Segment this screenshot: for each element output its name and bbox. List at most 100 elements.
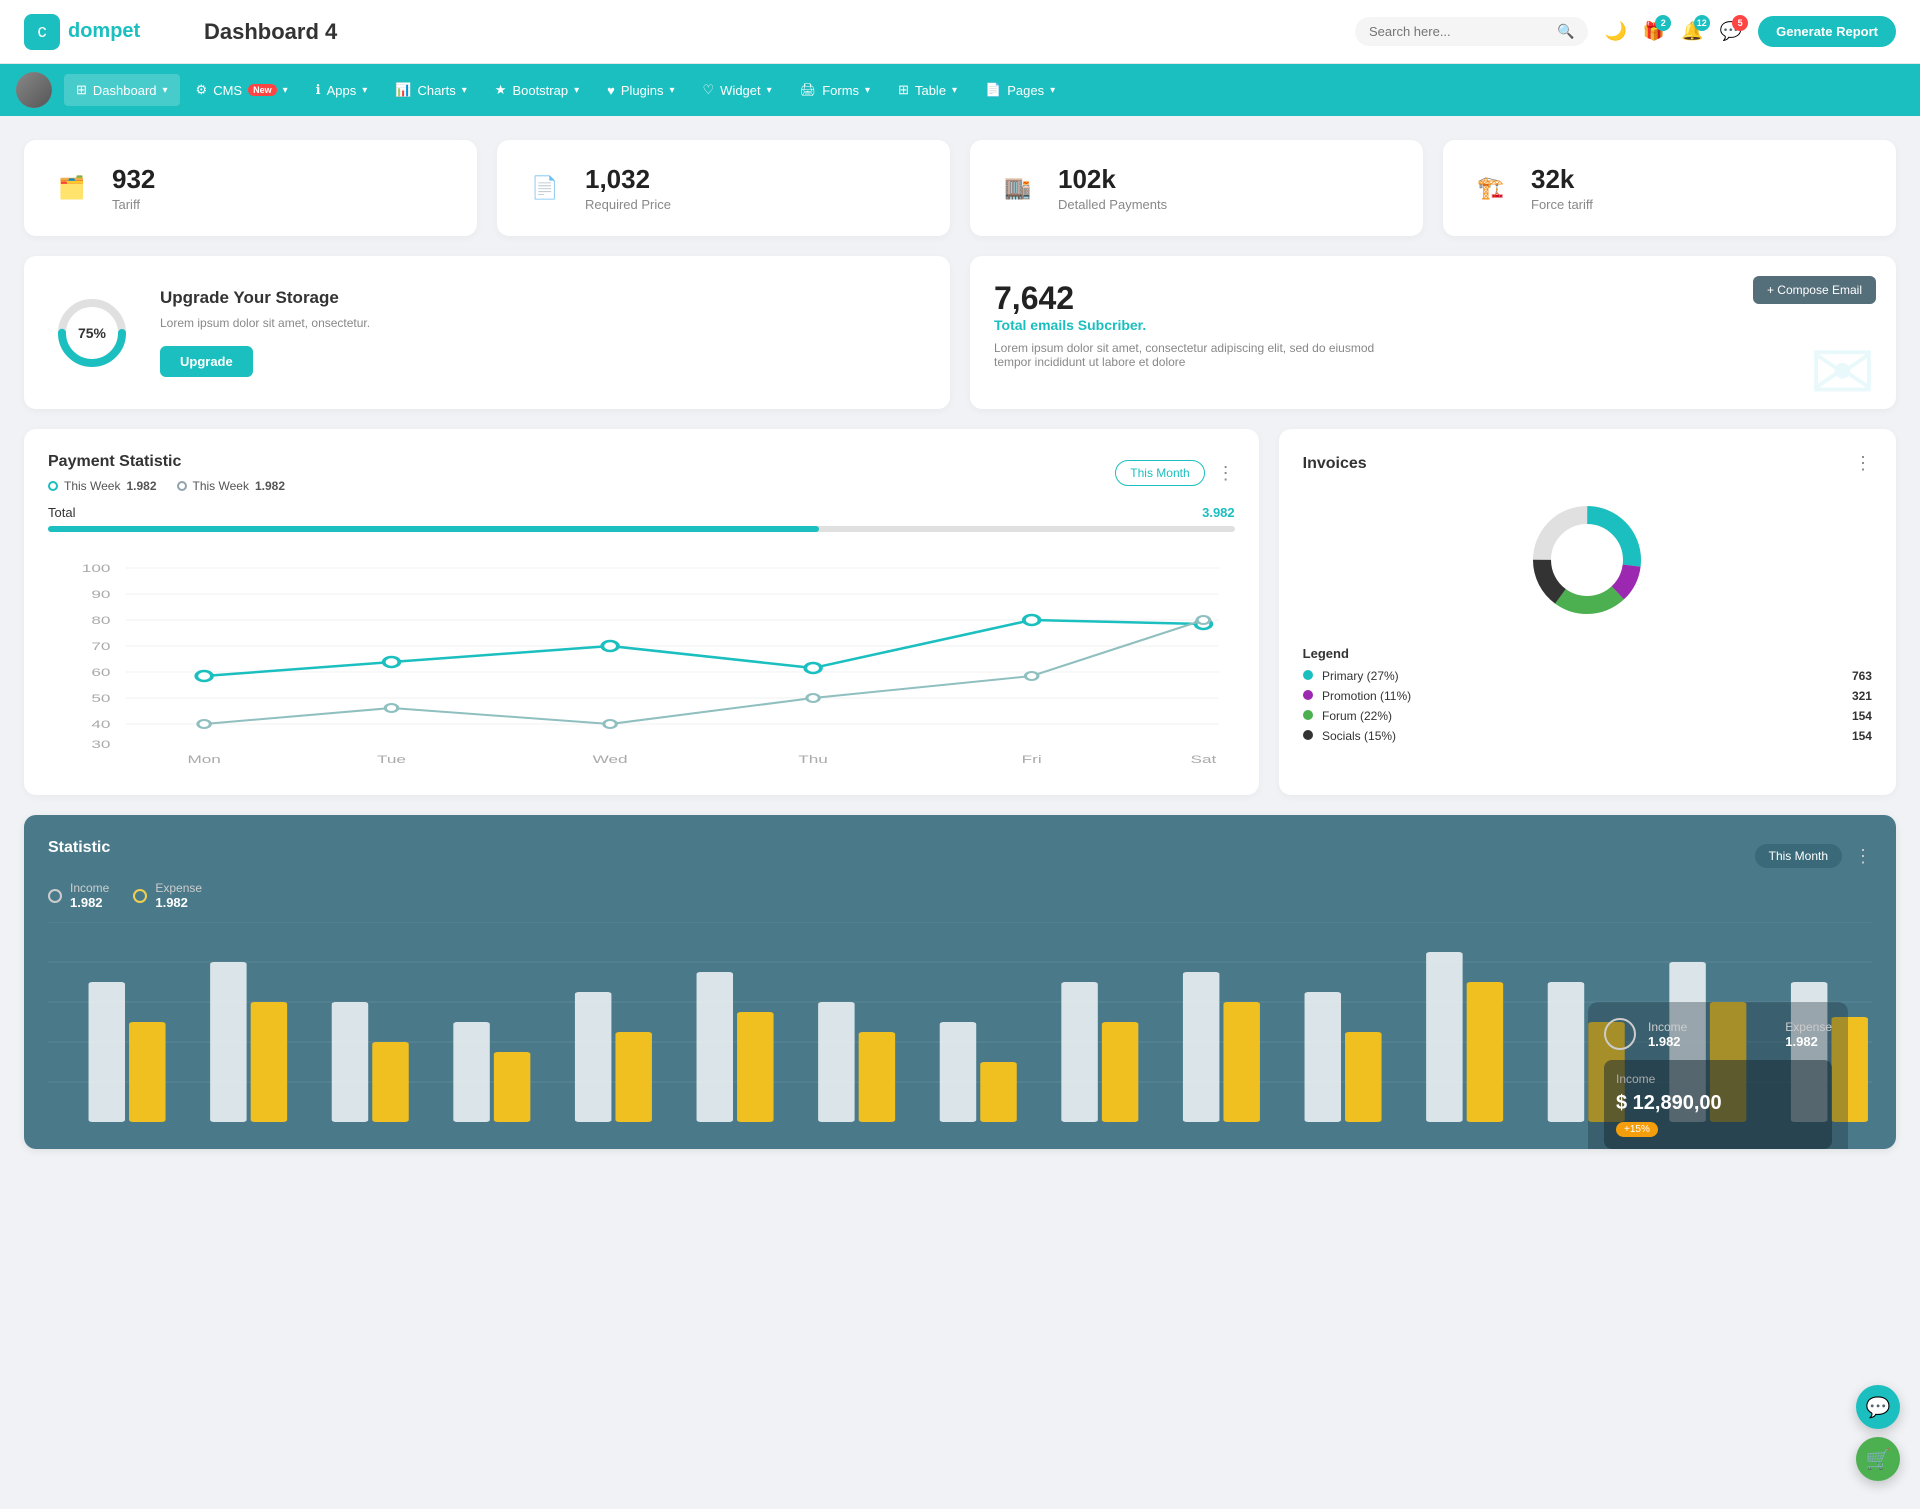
- income-panel-value: 1.982: [1648, 1034, 1687, 1049]
- tariff-label: Tariff: [112, 197, 155, 212]
- nav-label-pages: Pages: [1007, 83, 1044, 98]
- chat-fab-button[interactable]: 💬: [1856, 1385, 1900, 1429]
- chat-badge: 5: [1732, 15, 1748, 31]
- svg-text:Sat: Sat: [1191, 754, 1217, 766]
- payments-label: Detalled Payments: [1058, 197, 1167, 212]
- payment-chart-header: Payment Statistic This Week 1.982 This W…: [48, 453, 1235, 493]
- nav-item-plugins[interactable]: ♥ Plugins ▾: [595, 75, 686, 106]
- income-detail-label: Income: [1616, 1072, 1820, 1086]
- expense-value: 1.982: [155, 895, 202, 910]
- dashboard-arrow: ▾: [163, 85, 168, 96]
- table-icon: ⊞: [898, 82, 909, 98]
- svg-text:100: 100: [82, 563, 111, 575]
- nav-label-charts: Charts: [417, 83, 455, 98]
- statistic-month-filter[interactable]: This Month: [1755, 844, 1842, 868]
- force-tariff-value: 32k: [1531, 164, 1593, 195]
- payments-value: 102k: [1058, 164, 1167, 195]
- income-label: Income: [70, 881, 109, 895]
- pages-icon: 📄: [985, 82, 1001, 98]
- promotion-dot: [1303, 690, 1313, 700]
- tariff-value: 932: [112, 164, 155, 195]
- expense-panel-label: Expense: [1785, 1020, 1832, 1034]
- upgrade-text: Upgrade Your Storage Lorem ipsum dolor s…: [160, 288, 370, 377]
- nav-item-forms[interactable]: 🖨 Forms ▾: [788, 74, 882, 106]
- nav-avatar: [16, 72, 52, 108]
- svg-text:Thu: Thu: [798, 754, 828, 766]
- promotion-legend-val: 321: [1852, 689, 1872, 703]
- logo-icon: c: [24, 14, 60, 50]
- expense-label: Expense: [155, 881, 202, 895]
- payment-legend: This Week 1.982 This Week 1.982: [48, 479, 285, 493]
- svg-text:80: 80: [91, 615, 110, 627]
- stat-card-payments-info: 102k Detalled Payments: [1058, 164, 1167, 212]
- required-price-icon: 📄: [521, 164, 569, 212]
- primary-label: Primary (27%): [1303, 669, 1399, 683]
- apps-arrow: ▾: [362, 85, 367, 96]
- legend-label-1: This Week: [64, 479, 120, 493]
- widget-arrow: ▾: [767, 85, 772, 96]
- legend-label-2: This Week: [193, 479, 249, 493]
- svg-text:Wed: Wed: [593, 754, 628, 766]
- this-month-filter[interactable]: This Month: [1115, 460, 1204, 486]
- nav-item-bootstrap[interactable]: ★ Bootstrap ▾: [483, 74, 591, 106]
- main-content: 🗂️ 932 Tariff 📄 1,032 Required Price 🏬 1…: [0, 116, 1920, 1193]
- bell-icon[interactable]: 🔔 12: [1681, 21, 1703, 42]
- invoice-header: Invoices ⋮: [1303, 453, 1872, 474]
- email-subtitle: Total emails Subcriber.: [994, 317, 1872, 333]
- statistic-more-icon[interactable]: ⋮: [1854, 846, 1872, 867]
- legend-title: Legend: [1303, 646, 1872, 661]
- bell-badge: 12: [1694, 15, 1710, 31]
- dark-mode-toggle[interactable]: 🌙: [1604, 21, 1626, 42]
- payment-total-row: Total 3.982: [48, 505, 1235, 520]
- generate-report-button[interactable]: Generate Report: [1758, 16, 1896, 47]
- invoice-more-icon[interactable]: ⋮: [1854, 453, 1872, 474]
- primary-dot: [1303, 670, 1313, 680]
- upgrade-button[interactable]: Upgrade: [160, 346, 253, 377]
- row2-grid: 75% Upgrade Your Storage Lorem ipsum dol…: [24, 256, 1896, 409]
- nav-item-table[interactable]: ⊞ Table ▾: [886, 74, 969, 106]
- legend-this-week-2: This Week 1.982: [177, 479, 286, 493]
- widget-icon: ♡: [703, 82, 715, 98]
- income-panel-circle: [1604, 1018, 1636, 1050]
- payment-chart-title: Payment Statistic: [48, 453, 285, 471]
- statistic-title: Statistic: [48, 839, 110, 857]
- bootstrap-arrow: ▾: [574, 85, 579, 96]
- upgrade-card: 75% Upgrade Your Storage Lorem ipsum dol…: [24, 256, 950, 409]
- page-title: Dashboard 4: [204, 19, 1355, 45]
- statistic-legend: Income 1.982 Expense 1.982: [48, 881, 1872, 910]
- header: c dompet Dashboard 4 🔍 🌙 🎁 2 🔔 12 💬 5 Ge…: [0, 0, 1920, 64]
- forms-icon: 🖨: [800, 82, 817, 98]
- search-input[interactable]: [1369, 24, 1549, 39]
- nav-label-widget: Widget: [720, 83, 760, 98]
- expense-panel-info: Expense 1.982: [1785, 1020, 1832, 1049]
- nav-item-apps[interactable]: ℹ Apps ▾: [304, 74, 380, 106]
- forms-arrow: ▾: [865, 85, 870, 96]
- nav-item-widget[interactable]: ♡ Widget ▾: [691, 74, 784, 106]
- payment-more-icon[interactable]: ⋮: [1217, 463, 1235, 484]
- payment-progress-fill: [48, 526, 819, 532]
- nav-item-charts[interactable]: 📊 Charts ▾: [383, 74, 479, 106]
- cart-fab-button[interactable]: 🛒: [1856, 1437, 1900, 1481]
- chat-icon[interactable]: 💬 5: [1720, 21, 1742, 42]
- force-tariff-icon: 🏗️: [1467, 164, 1515, 212]
- income-legend: Income 1.982: [48, 881, 109, 910]
- nav-item-dashboard[interactable]: ⊞ Dashboard ▾: [64, 74, 180, 106]
- gift-icon[interactable]: 🎁 2: [1643, 21, 1665, 42]
- logo: c dompet: [24, 14, 184, 50]
- total-value: 3.982: [1202, 505, 1235, 520]
- compose-email-button[interactable]: + Compose Email: [1753, 276, 1876, 304]
- bar-chart-wrapper: 50 40 30 20 10: [48, 922, 1872, 1125]
- stat-card-tariff-info: 932 Tariff: [112, 164, 155, 212]
- payment-progress-bar: [48, 526, 1235, 532]
- svg-text:90: 90: [91, 589, 110, 601]
- required-price-label: Required Price: [585, 197, 671, 212]
- statistic-card: Statistic This Month ⋮ Income 1.982 Expe…: [24, 815, 1896, 1149]
- upgrade-desc: Lorem ipsum dolor sit amet, onsectetur.: [160, 316, 370, 330]
- search-box[interactable]: 🔍: [1355, 17, 1588, 46]
- charts-icon: 📊: [395, 82, 411, 98]
- primary-legend-text: Primary (27%): [1322, 669, 1399, 683]
- invoice-legend-socials: Socials (15%) 154: [1303, 729, 1872, 743]
- nav-item-cms[interactable]: ⚙ CMS New ▾: [184, 74, 300, 106]
- apps-icon: ℹ: [316, 82, 321, 98]
- nav-item-pages[interactable]: 📄 Pages ▾: [973, 74, 1067, 106]
